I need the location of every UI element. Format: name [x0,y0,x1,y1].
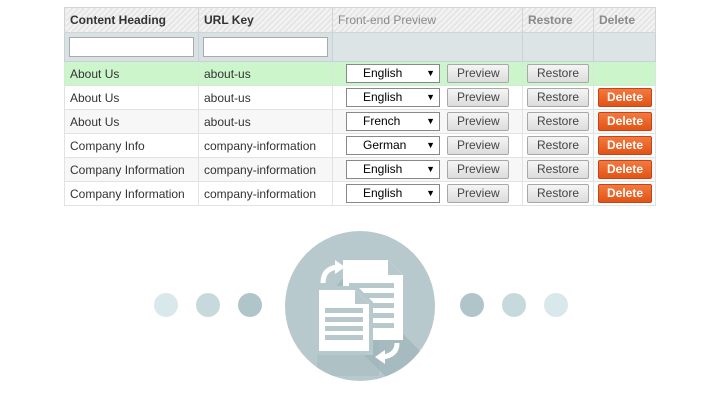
delete-cell: Delete [593,85,656,110]
restore-cell: Restore [522,109,594,134]
url-key-filter-input[interactable] [203,37,328,57]
header-restore: Restore [522,7,594,33]
delete-cell: Delete [593,157,656,182]
chevron-down-icon: ▼ [426,140,435,150]
filter-cell-empty [332,32,523,62]
table-row[interactable]: Company Information company-information … [64,157,656,182]
delete-cell: Delete [593,133,656,158]
delete-cell: Delete [593,109,656,134]
pages-grid: Content Heading URL Key Front-end Previe… [64,7,656,206]
language-select-value: English [363,90,403,104]
preview-cell: English ▼ Preview [332,181,523,206]
filter-cell-heading [64,32,199,62]
language-select-value: German [363,138,407,152]
delete-button[interactable]: Delete [598,112,652,131]
delete-button[interactable]: Delete [598,184,652,203]
url-key-cell: about-us [198,61,333,86]
preview-button[interactable]: Preview [447,112,510,131]
restore-button[interactable]: Restore [527,184,589,203]
table-row[interactable]: About Us about-us French ▼ Preview Resto… [64,109,656,134]
language-select[interactable]: English ▼ [346,184,440,203]
progress-dot [238,293,262,317]
copy-illustration-circle [285,231,435,381]
language-select[interactable]: German ▼ [346,136,440,155]
language-select-value: English [363,66,403,80]
filter-cell-empty [522,32,594,62]
restore-button[interactable]: Restore [527,64,589,83]
url-key-cell: company-information [198,181,333,206]
content-heading-cell: Company Information [64,181,199,206]
language-select[interactable]: English ▼ [346,64,440,83]
progress-dot [502,293,526,317]
preview-cell: French ▼ Preview [332,109,523,134]
language-select[interactable]: English ▼ [346,160,440,179]
preview-button[interactable]: Preview [447,184,510,203]
table-row[interactable]: Company Info company-information German … [64,133,656,158]
delete-button[interactable]: Delete [598,88,652,107]
table-row[interactable]: Company Information company-information … [64,181,656,206]
restore-button[interactable]: Restore [527,112,589,131]
preview-cell: German ▼ Preview [332,133,523,158]
grid-filter-row [64,32,656,62]
preview-button[interactable]: Preview [447,160,510,179]
chevron-down-icon: ▼ [426,68,435,78]
restore-cell: Restore [522,157,594,182]
content-heading-cell: About Us [64,85,199,110]
table-row[interactable]: About Us about-us English ▼ Preview Rest… [64,61,656,86]
preview-cell: English ▼ Preview [332,157,523,182]
content-heading-cell: Company Info [64,133,199,158]
language-select[interactable]: French ▼ [346,112,440,131]
restore-cell: Restore [522,133,594,158]
grid-header-row: Content Heading URL Key Front-end Previe… [64,7,656,33]
url-key-cell: about-us [198,85,333,110]
header-delete: Delete [593,7,656,33]
delete-cell: Delete [593,181,656,206]
content-heading-filter-input[interactable] [69,37,194,57]
content-heading-cell: About Us [64,109,199,134]
url-key-cell: company-information [198,157,333,182]
progress-dot [460,293,484,317]
restore-button[interactable]: Restore [527,136,589,155]
restore-button[interactable]: Restore [527,88,589,107]
preview-button[interactable]: Preview [447,64,510,83]
language-select-value: English [363,162,403,176]
restore-cell: Restore [522,85,594,110]
language-select-value: English [363,186,403,200]
progress-dot [154,293,178,317]
url-key-cell: about-us [198,109,333,134]
delete-cell [593,61,656,86]
delete-button[interactable]: Delete [598,160,652,179]
delete-button[interactable]: Delete [598,136,652,155]
restore-cell: Restore [522,181,594,206]
preview-button[interactable]: Preview [447,136,510,155]
header-content-heading[interactable]: Content Heading [64,7,199,33]
content-heading-cell: Company Information [64,157,199,182]
header-url-key[interactable]: URL Key [198,7,333,33]
table-row[interactable]: About Us about-us English ▼ Preview Rest… [64,85,656,110]
language-select-value: French [363,114,401,128]
chevron-down-icon: ▼ [426,92,435,102]
preview-button[interactable]: Preview [447,88,510,107]
header-frontend-preview: Front-end Preview [332,7,523,33]
progress-dot [544,293,568,317]
content-heading-cell: About Us [64,61,199,86]
language-select[interactable]: English ▼ [346,88,440,107]
filter-cell-url [198,32,333,62]
copy-documents-icon [315,260,435,381]
progress-dot [196,293,220,317]
chevron-down-icon: ▼ [426,188,435,198]
preview-cell: English ▼ Preview [332,61,523,86]
filter-cell-empty [593,32,656,62]
chevron-down-icon: ▼ [426,164,435,174]
url-key-cell: company-information [198,133,333,158]
restore-cell: Restore [522,61,594,86]
preview-cell: English ▼ Preview [332,85,523,110]
chevron-down-icon: ▼ [426,116,435,126]
restore-button[interactable]: Restore [527,160,589,179]
